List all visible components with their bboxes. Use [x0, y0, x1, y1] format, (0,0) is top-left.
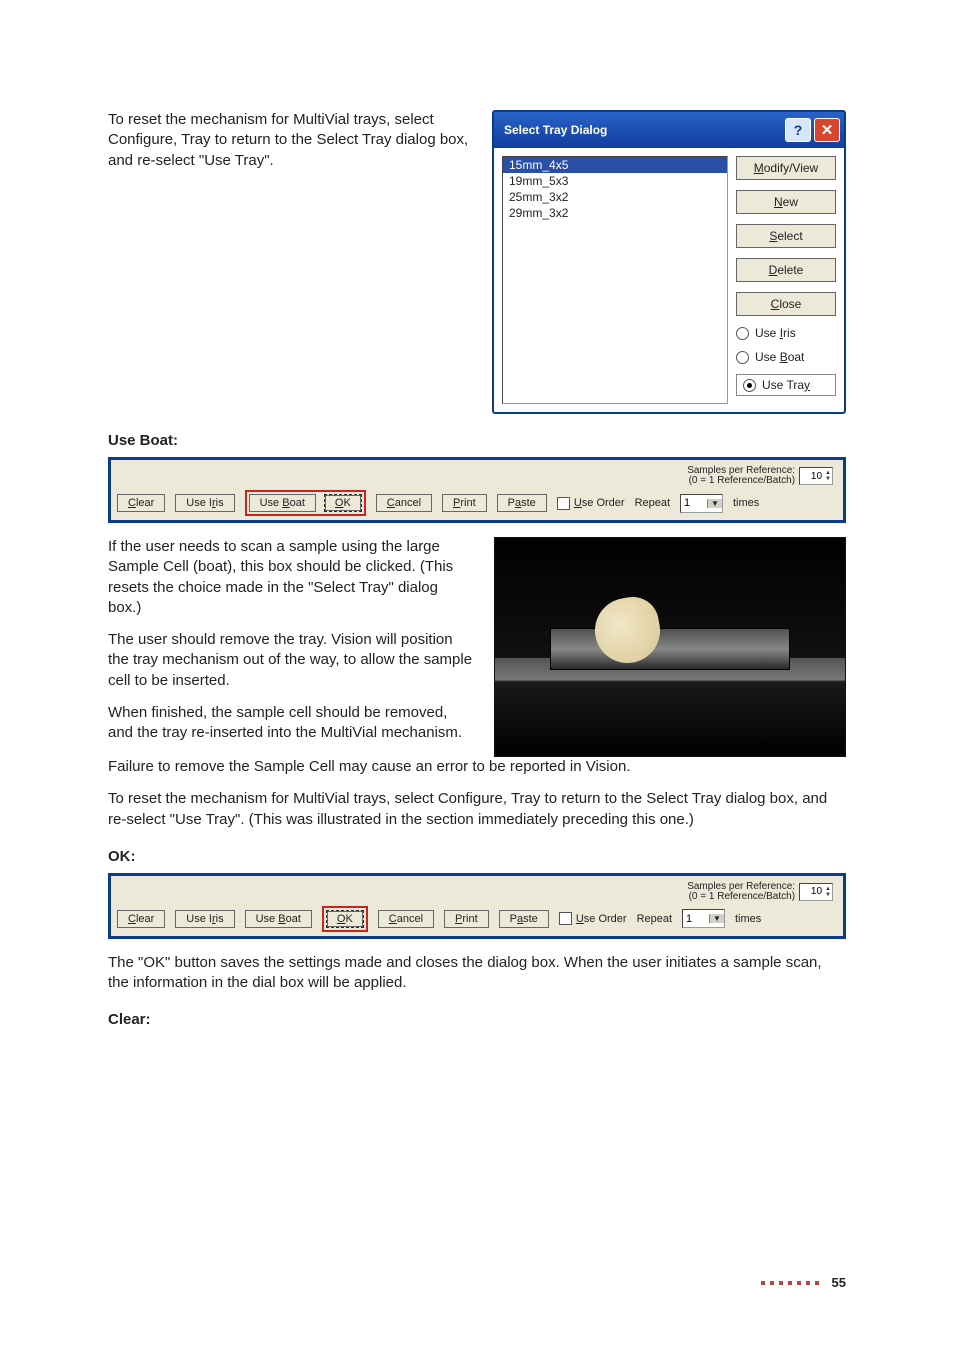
repeat-input[interactable] — [683, 913, 709, 925]
toolbar-boat: Samples per Reference: (0 = 1 Reference/… — [108, 457, 846, 523]
spr-sublabel: (0 = 1 Reference/Batch) — [687, 892, 795, 902]
close-icon[interactable]: ✕ — [814, 118, 840, 142]
list-item[interactable]: 25mm_3x2 — [503, 189, 727, 205]
repeat-input[interactable] — [681, 497, 707, 509]
clear-button[interactable]: Clear — [117, 494, 165, 512]
dialog-titlebar: Select Tray Dialog ? ✕ — [494, 112, 844, 148]
help-icon[interactable]: ? — [785, 118, 811, 142]
spin-down-icon[interactable]: ▼ — [825, 476, 831, 482]
use-order-checkbox[interactable]: Use Order — [559, 912, 627, 925]
use-boat-radio[interactable]: Use Boat — [736, 350, 836, 364]
spr-sublabel: (0 = 1 Reference/Batch) — [687, 476, 795, 486]
dialog-title: Select Tray Dialog — [504, 123, 782, 137]
toolbar-ok: Samples per Reference: (0 = 1 Reference/… — [108, 873, 846, 939]
use-tray-radio[interactable]: Use Tray — [736, 374, 836, 396]
chevron-down-icon[interactable]: ▼ — [707, 499, 722, 508]
highlight-ok: OK — [322, 906, 368, 932]
boat-p5: To reset the mechanism for MultiVial tra… — [108, 789, 846, 830]
clear-button[interactable]: Clear — [117, 910, 165, 928]
close-button[interactable]: Close — [736, 292, 836, 316]
paste-button[interactable]: Paste — [499, 910, 549, 928]
cancel-button[interactable]: Cancel — [378, 910, 434, 928]
boat-p3: When finished, the sample cell should be… — [108, 703, 474, 744]
use-boat-heading: Use Boat: — [108, 432, 846, 449]
intro-paragraph: To reset the mechanism for MultiVial tra… — [108, 110, 472, 171]
checkbox-icon — [557, 497, 570, 510]
radio-off-icon — [736, 351, 749, 364]
highlight-boat-ok: Use Boat OK — [245, 490, 366, 516]
boat-p2: The user should remove the tray. Vision … — [108, 630, 474, 691]
times-label: times — [735, 913, 761, 925]
modify-view-button[interactable]: Modify/View — [736, 156, 836, 180]
ok-button[interactable]: OK — [326, 910, 364, 928]
boat-p1: If the user needs to scan a sample using… — [108, 537, 474, 618]
use-boat-button[interactable]: Use Boat — [249, 494, 316, 512]
delete-button[interactable]: Delete — [736, 258, 836, 282]
cancel-button[interactable]: Cancel — [376, 494, 432, 512]
list-item[interactable]: 29mm_3x2 — [503, 205, 727, 221]
spr-spinner[interactable]: ▲▼ — [799, 467, 833, 485]
new-button[interactable]: New — [736, 190, 836, 214]
page-footer: 55 — [761, 1275, 846, 1290]
list-item[interactable]: 15mm_4x5 — [503, 157, 727, 173]
ok-paragraph: The "OK" button saves the settings made … — [108, 953, 846, 994]
clear-heading: Clear: — [108, 1011, 846, 1028]
times-label: times — [733, 497, 759, 509]
tray-listbox[interactable]: 15mm_4x5 19mm_5x3 25mm_3x2 29mm_3x2 — [502, 156, 728, 404]
repeat-combo[interactable]: ▼ — [682, 909, 725, 928]
list-item[interactable]: 19mm_5x3 — [503, 173, 727, 189]
boat-p4: Failure to remove the Sample Cell may ca… — [108, 757, 846, 777]
print-button[interactable]: Print — [442, 494, 487, 512]
print-button[interactable]: Print — [444, 910, 489, 928]
select-tray-dialog: Select Tray Dialog ? ✕ 15mm_4x5 19mm_5x3… — [492, 110, 846, 414]
page-number: 55 — [832, 1275, 846, 1290]
use-iris-button[interactable]: Use Iris — [175, 494, 234, 512]
use-iris-button[interactable]: Use Iris — [175, 910, 234, 928]
spr-input[interactable] — [800, 471, 824, 482]
radio-off-icon — [736, 327, 749, 340]
ok-heading: OK: — [108, 848, 846, 865]
spr-input[interactable] — [800, 886, 824, 897]
spr-spinner[interactable]: ▲▼ — [799, 883, 833, 901]
use-order-checkbox[interactable]: Use Order — [557, 497, 625, 510]
spin-down-icon[interactable]: ▼ — [825, 892, 831, 898]
select-button[interactable]: Select — [736, 224, 836, 248]
ok-button[interactable]: OK — [324, 494, 362, 512]
chevron-down-icon[interactable]: ▼ — [709, 914, 724, 923]
radio-on-icon — [743, 379, 756, 392]
use-boat-button[interactable]: Use Boat — [245, 910, 312, 928]
repeat-label: Repeat — [637, 913, 672, 925]
paste-button[interactable]: Paste — [497, 494, 547, 512]
repeat-label: Repeat — [635, 497, 670, 509]
checkbox-icon — [559, 912, 572, 925]
sample-cell-photo — [494, 537, 846, 757]
repeat-combo[interactable]: ▼ — [680, 494, 723, 513]
use-iris-radio[interactable]: Use Iris — [736, 326, 836, 340]
